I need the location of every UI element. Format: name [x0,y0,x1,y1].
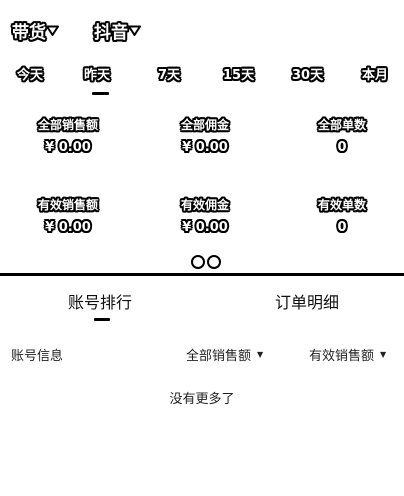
column-total-sales-label: 全部销售额 [186,349,252,364]
metric-label: 全部销售额 [37,118,98,132]
metric-valid-orders: 有效单数 0 [277,197,404,237]
period-this-month[interactable]: 本月 [362,64,388,83]
metric-label: 有效单数 [317,198,366,212]
column-valid-sales[interactable]: 有效销售额 ▼ [309,345,386,364]
no-more-data-text: 没有更多了 [169,392,235,407]
metric-total-sales: 全部销售额 ¥ 0.00 [3,117,133,157]
caret-down-icon: ▼ [380,350,387,359]
selected-period-indicator [92,92,109,95]
column-account-info: 账号信息 [11,345,63,364]
metric-total-orders: 全部单数 0 [277,117,404,157]
period-15-days[interactable]: 15天 [223,64,254,83]
tab-account-ranking[interactable]: 账号排行 [68,289,132,313]
metric-value: ¥ 0.00 [182,220,228,235]
column-total-sales[interactable]: 全部销售额 ▼ [186,345,263,364]
period-selector: 今天 昨天 7天 15天 30天 本月 [0,64,404,84]
platform-dropdown-label: 抖音 [94,23,128,43]
mode-dropdown[interactable]: 带货 [12,18,59,43]
triangle-down-icon [128,21,141,40]
metric-label: 有效销售额 [37,198,98,212]
page-dot[interactable] [207,255,221,269]
metric-label: 全部单数 [317,118,366,132]
metric-value: ¥ 0.00 [45,220,91,235]
section-divider [0,273,404,276]
triangle-down-icon [46,21,59,40]
tab-order-details[interactable]: 订单明细 [275,289,339,313]
metric-label: 全部佣金 [180,118,229,132]
active-tab-indicator [94,318,110,321]
column-valid-sales-label: 有效销售额 [309,349,375,364]
period-today[interactable]: 今天 [17,64,43,83]
caret-down-icon: ▼ [257,350,264,359]
period-7-days[interactable]: 7天 [158,64,180,83]
metric-total-commission: 全部佣金 ¥ 0.00 [140,117,270,157]
metric-label: 有效佣金 [180,198,229,212]
metric-value: ¥ 0.00 [45,140,91,155]
period-yesterday[interactable]: 昨天 [84,64,110,83]
platform-dropdown[interactable]: 抖音 [94,18,141,43]
column-account-info-label: 账号信息 [11,349,64,364]
list-header: 账号信息 全部销售额 ▼ 有效销售额 ▼ [0,345,404,364]
metric-valid-sales: 有效销售额 ¥ 0.00 [3,197,133,237]
mode-dropdown-label: 带货 [12,23,46,43]
period-30-days[interactable]: 30天 [292,64,323,83]
metric-value: 0 [337,140,347,155]
page-indicator [191,255,221,269]
page-dot[interactable] [191,255,205,269]
metric-value: ¥ 0.00 [182,140,228,155]
metric-value: 0 [337,220,347,235]
metric-valid-commission: 有效佣金 ¥ 0.00 [140,197,270,237]
